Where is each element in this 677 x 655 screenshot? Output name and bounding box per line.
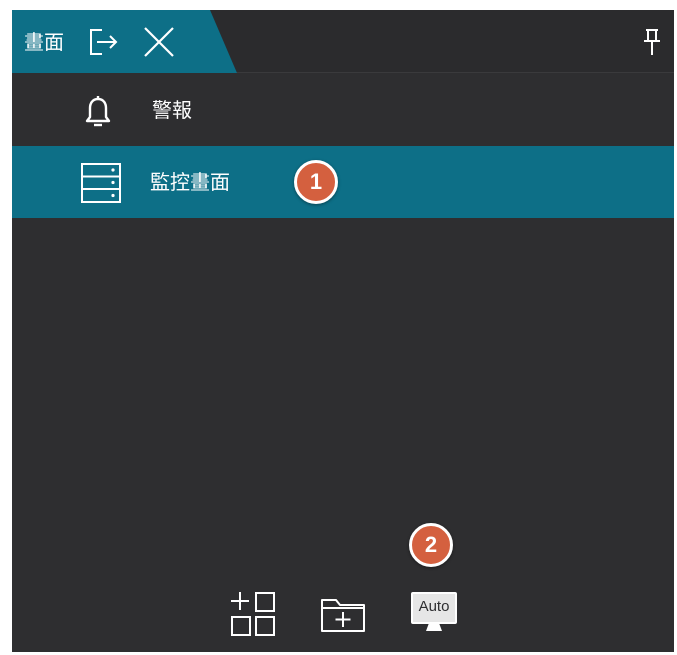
callout-badge-1: 1 <box>294 160 338 204</box>
close-icon[interactable] <box>142 26 176 58</box>
pin-icon[interactable] <box>641 27 663 57</box>
menu-item-monitor-screen[interactable]: 監控畫面 1 <box>12 146 674 218</box>
auto-label: Auto <box>418 598 450 615</box>
add-layout-icon[interactable] <box>228 590 280 638</box>
tab-screen[interactable]: 畫面 <box>12 10 237 73</box>
tab-title: 畫面 <box>24 30 64 54</box>
menu-item-label: 警報 <box>152 98 192 122</box>
menu-item-label: 監控畫面 <box>150 170 230 194</box>
server-rack-icon <box>81 163 121 203</box>
popout-icon[interactable] <box>88 27 120 57</box>
panel-tab-bar: 畫面 <box>12 10 674 73</box>
add-folder-icon[interactable] <box>319 595 369 635</box>
callout-badge-2: 2 <box>409 523 453 567</box>
bell-icon <box>85 96 111 127</box>
menu-item-alarm[interactable]: 警報 <box>12 76 674 148</box>
auto-display-button[interactable]: Auto <box>410 590 458 634</box>
views-panel: 畫面 警報 監控畫面 1 2 Auto <box>12 10 674 652</box>
